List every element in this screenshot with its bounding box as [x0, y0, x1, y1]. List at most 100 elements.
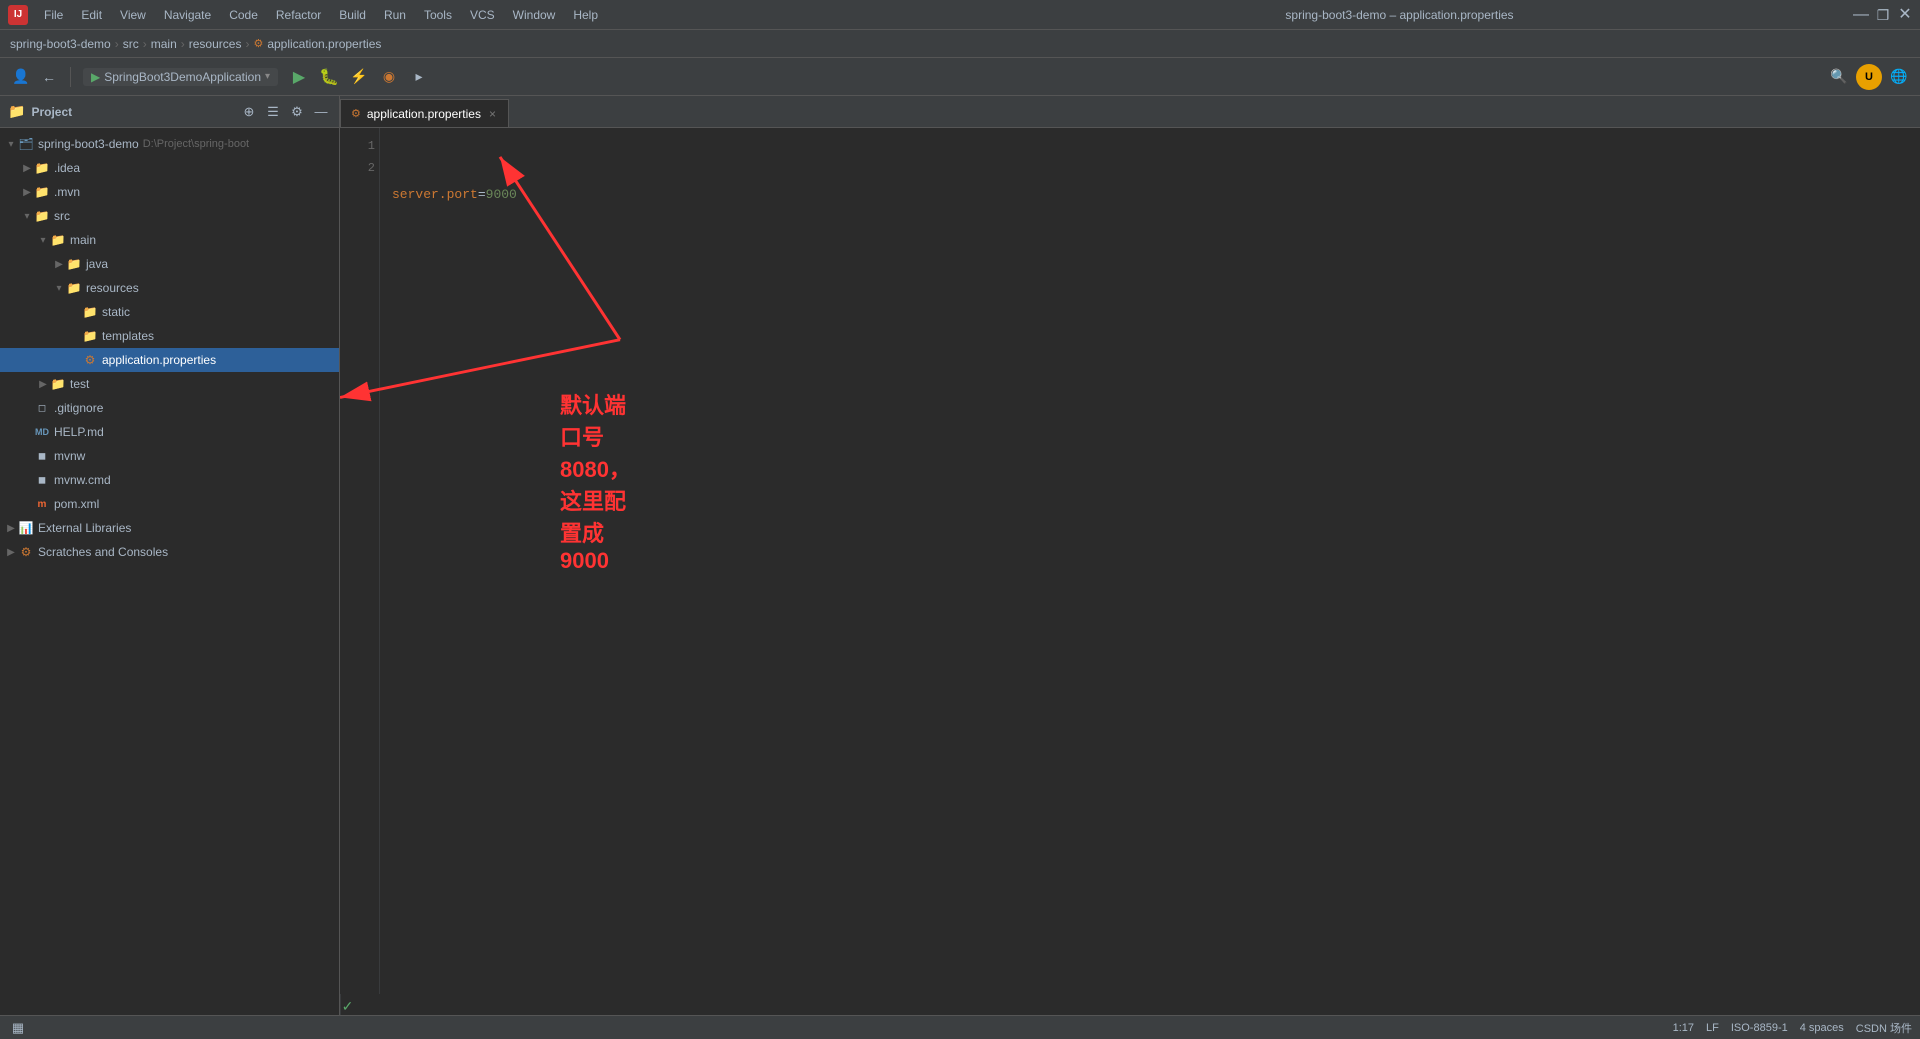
- gutter-ok-icon: ✓: [342, 998, 354, 1015]
- tree-item-appprops[interactable]: ▶ ⚙ application.properties: [0, 348, 339, 372]
- tab-label: application.properties: [367, 107, 481, 121]
- run-configuration[interactable]: ▶ SpringBoot3DemoApplication ▾: [83, 68, 278, 86]
- avatar-btn[interactable]: U: [1856, 64, 1882, 90]
- editor-area: ⚙ application.properties × 1 2 server.po…: [340, 96, 1920, 1015]
- sidebar-collapse-btn[interactable]: ☰: [263, 102, 283, 122]
- menu-window[interactable]: Window: [505, 6, 564, 24]
- tree-item-pomxml[interactable]: ▶ m pom.xml: [0, 492, 339, 516]
- code-editor: 1 2 server.port=9000: [340, 128, 1920, 994]
- menu-run[interactable]: Run: [376, 6, 414, 24]
- tree-item-resources[interactable]: ▾ 📁 resources: [0, 276, 339, 300]
- folder-main-icon: 📁: [50, 232, 66, 248]
- run-config-label: SpringBoot3DemoApplication: [104, 70, 261, 84]
- toolbar-profile-btn[interactable]: 👤: [8, 64, 34, 90]
- status-line-ending[interactable]: LF: [1706, 1022, 1719, 1034]
- tree-label-static: static: [102, 305, 130, 319]
- search-everywhere-btn[interactable]: 🔍: [1826, 64, 1852, 90]
- profiler-btn[interactable]: ◉: [376, 64, 402, 90]
- tree-item-static[interactable]: ▶ 📁 static: [0, 300, 339, 324]
- menu-navigate[interactable]: Navigate: [156, 6, 219, 24]
- menu-refactor[interactable]: Refactor: [268, 6, 329, 24]
- tree-item-java[interactable]: ▶ 📁 java: [0, 252, 339, 276]
- editor-tab-appprops[interactable]: ⚙ application.properties ×: [340, 99, 509, 127]
- menu-build[interactable]: Build: [331, 6, 374, 24]
- tree-label-mvnw: mvnw: [54, 449, 85, 463]
- tree-item-main[interactable]: ▾ 📁 main: [0, 228, 339, 252]
- status-encoding[interactable]: ISO-8859-1: [1731, 1022, 1788, 1034]
- folder-static-icon: 📁: [82, 304, 98, 320]
- folder-resources-icon: 📁: [66, 280, 82, 296]
- run-button[interactable]: ▶: [286, 64, 312, 90]
- menu-file[interactable]: File: [36, 6, 71, 24]
- tree-label-resources: resources: [86, 281, 139, 295]
- file-pom-icon: m: [34, 496, 50, 512]
- tree-item-root[interactable]: ▾ 🗂 spring-boot3-demo D:\Project\spring-…: [0, 132, 339, 156]
- breadcrumb-resources[interactable]: resources: [189, 37, 242, 51]
- line-num-2: 2: [344, 158, 375, 180]
- code-content[interactable]: server.port=9000: [380, 128, 1920, 994]
- tree-item-src[interactable]: ▾ 📁 src: [0, 204, 339, 228]
- run-config-icon: ▶: [91, 70, 100, 84]
- run-config-dropdown-icon: ▾: [265, 71, 270, 82]
- run-coverage-btn[interactable]: ⚡: [346, 64, 372, 90]
- menu-vcs[interactable]: VCS: [462, 6, 503, 24]
- sidebar-add-btn[interactable]: ⊕: [239, 102, 259, 122]
- status-position[interactable]: 1:17: [1673, 1022, 1694, 1034]
- file-mvnw-icon: ◼: [34, 448, 50, 464]
- status-bar-left: ▦: [8, 1018, 28, 1038]
- sidebar-settings-btn[interactable]: ⚙: [287, 102, 307, 122]
- tree-label-root: spring-boot3-demo: [38, 137, 139, 151]
- breadcrumb-main[interactable]: main: [151, 37, 177, 51]
- tree-arrow-extlibs: ▶: [4, 521, 18, 535]
- close-button[interactable]: ✕: [1898, 8, 1912, 22]
- tree-item-gitignore[interactable]: ▶ ◻ .gitignore: [0, 396, 339, 420]
- sidebar-folder-icon: 📁: [8, 103, 25, 120]
- toolbar-right: 🔍 U 🌐: [1826, 64, 1912, 90]
- toolbar-left: 👤 ←: [8, 64, 62, 90]
- tree-arrow-idea: ▶: [20, 161, 34, 175]
- extlibs-icon: 📊: [18, 520, 34, 536]
- notifications-btn[interactable]: 🌐: [1886, 64, 1912, 90]
- status-indent[interactable]: 4 spaces: [1800, 1022, 1844, 1034]
- tree-arrow-src: ▾: [20, 209, 34, 223]
- breadcrumb-src[interactable]: src: [123, 37, 139, 51]
- status-csdn[interactable]: CSDN 场件: [1856, 1020, 1912, 1036]
- tree-item-extlibs[interactable]: ▶ 📊 External Libraries: [0, 516, 339, 540]
- menu-tools[interactable]: Tools: [416, 6, 460, 24]
- code-line-1: server.port=9000: [392, 183, 1908, 206]
- minimize-button[interactable]: —: [1854, 8, 1868, 22]
- tree-item-mvn[interactable]: ▶ 📁 .mvn: [0, 180, 339, 204]
- breadcrumb-file-icon: ⚙: [253, 37, 263, 50]
- tree-arrow-main: ▾: [36, 233, 50, 247]
- breadcrumb-file[interactable]: application.properties: [267, 37, 381, 51]
- file-props-icon: ⚙: [82, 352, 98, 368]
- tree-item-test[interactable]: ▶ 📁 test: [0, 372, 339, 396]
- menu-help[interactable]: Help: [565, 6, 606, 24]
- main-layout: 📁 Project ⊕ ☰ ⚙ — ▾ 🗂 spring-boot3-demo …: [0, 96, 1920, 1015]
- debug-button[interactable]: 🐛: [316, 64, 342, 90]
- toolbar-back-btn[interactable]: ←: [36, 64, 62, 90]
- menu-edit[interactable]: Edit: [73, 6, 110, 24]
- tree-label-test: test: [70, 377, 89, 391]
- sidebar-hide-btn[interactable]: —: [311, 102, 331, 122]
- tab-close-btn[interactable]: ×: [487, 107, 498, 121]
- tree-item-mvnw[interactable]: ▶ ◼ mvnw: [0, 444, 339, 468]
- tree-item-mvnwcmd[interactable]: ▶ ◼ mvnw.cmd: [0, 468, 339, 492]
- breadcrumb-project[interactable]: spring-boot3-demo: [10, 37, 111, 51]
- tree-item-scratches[interactable]: ▶ ⚙ Scratches and Consoles: [0, 540, 339, 564]
- menu-code[interactable]: Code: [221, 6, 266, 24]
- menu-view[interactable]: View: [112, 6, 154, 24]
- sidebar: 📁 Project ⊕ ☰ ⚙ — ▾ 🗂 spring-boot3-demo …: [0, 96, 340, 1015]
- tree-item-templates[interactable]: ▶ 📁 templates: [0, 324, 339, 348]
- menu-bar: File Edit View Navigate Code Refactor Bu…: [36, 6, 945, 24]
- tree-item-helpmd[interactable]: ▶ MD HELP.md: [0, 420, 339, 444]
- tree-label-scratches: Scratches and Consoles: [38, 545, 168, 559]
- more-run-btn[interactable]: ▸: [406, 64, 432, 90]
- maximize-button[interactable]: ❐: [1876, 8, 1890, 22]
- tree-item-idea[interactable]: ▶ 📁 .idea: [0, 156, 339, 180]
- status-layout-btn[interactable]: ▦: [8, 1018, 28, 1038]
- sidebar-header: 📁 Project ⊕ ☰ ⚙ —: [0, 96, 339, 128]
- tree-label-helpmd: HELP.md: [54, 425, 104, 439]
- tree-label-src: src: [54, 209, 70, 223]
- tree-label-main: main: [70, 233, 96, 247]
